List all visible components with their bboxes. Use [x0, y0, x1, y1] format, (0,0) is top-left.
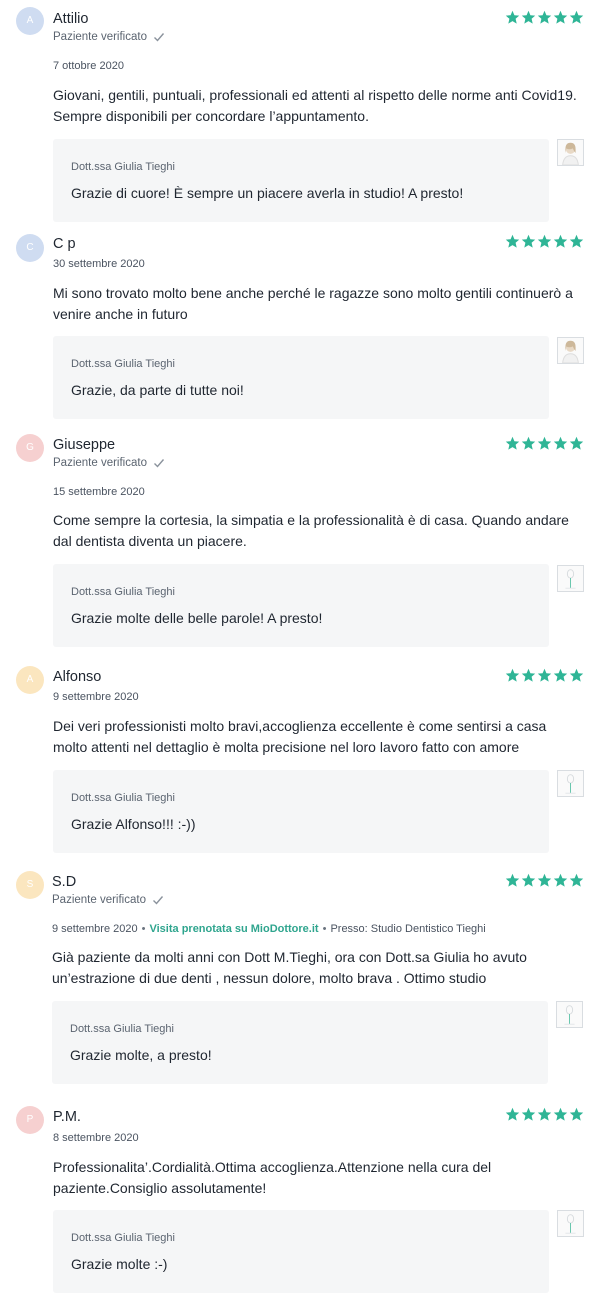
review-date: 9 settembre 2020 • Visita prenotata su Mio… — [52, 923, 486, 935]
star-icon — [521, 10, 536, 24]
verified-badge: Paziente verificato — [53, 31, 165, 43]
review-text: Dei veri professionisti molto bravi,acco… — [53, 718, 547, 755]
reply-text: Grazie molte :-) — [71, 1256, 168, 1272]
reviewer-name: S.D — [52, 874, 77, 890]
reply-author: Dott.ssa Giulia Tieghi — [71, 586, 175, 598]
reviewer-name: C p — [53, 236, 76, 252]
rating-stars — [505, 234, 584, 249]
review-text: Come sempre la cortesia, la simpatia e l… — [53, 512, 569, 549]
avatar: S — [16, 871, 44, 899]
review-text: Mi sono trovato molto bene anche perché … — [53, 285, 573, 322]
verified-label: Paziente verificato — [52, 894, 146, 906]
star-icon — [505, 1107, 520, 1121]
rating-stars — [505, 436, 584, 451]
star-icon — [569, 10, 584, 24]
doctor-photo-icon — [557, 337, 584, 364]
verified-label: Paziente verificato — [53, 457, 147, 469]
doctor-reply: Dott.ssa Giulia Tieghi Grazie di cuore! … — [53, 139, 549, 222]
booking-link[interactable]: Visita prenotata su MioDottore.it — [149, 923, 318, 935]
star-icon — [537, 1107, 552, 1121]
review-date: 9 settembre 2020 — [53, 691, 139, 703]
star-icon — [505, 10, 520, 24]
review-date: 8 settembre 2020 — [53, 1132, 139, 1144]
check-icon — [152, 896, 164, 905]
review-date: 7 ottobre 2020 — [53, 60, 124, 72]
reply-text: Grazie molte, a presto! — [70, 1047, 212, 1063]
star-icon — [553, 10, 568, 24]
doctor-photo-icon — [557, 139, 584, 166]
verified-label: Paziente verificato — [53, 31, 147, 43]
rating-stars — [505, 1107, 584, 1122]
rating-stars — [505, 10, 584, 25]
star-icon — [505, 234, 520, 248]
star-icon — [553, 668, 568, 682]
avatar: G — [16, 434, 44, 462]
reply-author: Dott.ssa Giulia Tieghi — [71, 792, 175, 804]
review-text: Professionalita’.Cordialità.Ottima accog… — [53, 1159, 492, 1196]
reply-author: Dott.ssa Giulia Tieghi — [71, 1232, 175, 1244]
star-icon — [553, 234, 568, 248]
verified-badge: Paziente verificato — [52, 894, 164, 906]
reply-text: Grazie di cuore! È sempre un piacere ave… — [71, 185, 464, 201]
review-date: 30 settembre 2020 — [53, 258, 145, 270]
doctor-reply: Dott.ssa Giulia Tieghi Grazie, da parte … — [53, 336, 549, 419]
avatar: P — [16, 1106, 44, 1134]
review-date: 15 settembre 2020 — [53, 486, 145, 498]
star-icon — [537, 668, 552, 682]
reviewer-name: Giuseppe — [53, 437, 116, 453]
doctor-reply: Dott.ssa Giulia Tieghi Grazie molte dell… — [53, 564, 549, 647]
rating-stars — [505, 668, 584, 683]
place-label: Presso: Studio Dentistico Tieghi — [330, 923, 486, 935]
star-icon — [505, 668, 520, 682]
check-icon — [153, 33, 165, 42]
review-text: Giovani, gentili, puntuali, professional… — [53, 87, 577, 124]
check-icon — [153, 459, 165, 468]
star-icon — [569, 436, 584, 450]
star-icon — [537, 10, 552, 24]
star-icon — [553, 1107, 568, 1121]
reviewer-name: Attilio — [53, 11, 89, 27]
doctor-reply: Dott.ssa Giulia Tieghi Grazie molte :-) — [53, 1210, 549, 1293]
star-icon — [553, 873, 568, 887]
reply-text: Grazie molte delle belle parole! A prest… — [71, 610, 323, 626]
star-icon — [553, 436, 568, 450]
doctor-reply: Dott.ssa Giulia Tieghi Grazie molte, a p… — [52, 1001, 548, 1084]
reply-author: Dott.ssa Giulia Tieghi — [70, 1023, 174, 1035]
star-icon — [521, 234, 536, 248]
avatar: A — [16, 666, 44, 694]
star-icon — [537, 234, 552, 248]
star-icon — [569, 234, 584, 248]
doctor-photo-icon — [556, 1001, 583, 1028]
star-icon — [521, 436, 536, 450]
reviewer-name: P.M. — [53, 1109, 81, 1125]
avatar: A — [16, 7, 44, 35]
reply-text: Grazie, da parte di tutte noi! — [71, 382, 244, 398]
rating-stars — [505, 873, 584, 888]
star-icon — [569, 1107, 584, 1121]
star-icon — [521, 668, 536, 682]
star-icon — [537, 873, 552, 887]
reviewer-name: Alfonso — [53, 669, 102, 685]
star-icon — [569, 873, 584, 887]
star-icon — [505, 436, 520, 450]
doctor-reply: Dott.ssa Giulia Tieghi Grazie Alfonso!!!… — [53, 770, 549, 853]
star-icon — [537, 436, 552, 450]
reply-text: Grazie Alfonso!!! :-)) — [71, 816, 196, 832]
star-icon — [521, 1107, 536, 1121]
doctor-photo-icon — [557, 1210, 584, 1237]
doctor-photo-icon — [557, 565, 584, 592]
review-text: Già paziente da molti anni con Dott M.Ti… — [52, 949, 527, 986]
reply-author: Dott.ssa Giulia Tieghi — [71, 161, 175, 173]
star-icon — [505, 873, 520, 887]
verified-badge: Paziente verificato — [53, 457, 165, 469]
star-icon — [569, 668, 584, 682]
reply-author: Dott.ssa Giulia Tieghi — [71, 358, 175, 370]
doctor-photo-icon — [557, 770, 584, 797]
avatar: C — [16, 234, 44, 262]
star-icon — [521, 873, 536, 887]
